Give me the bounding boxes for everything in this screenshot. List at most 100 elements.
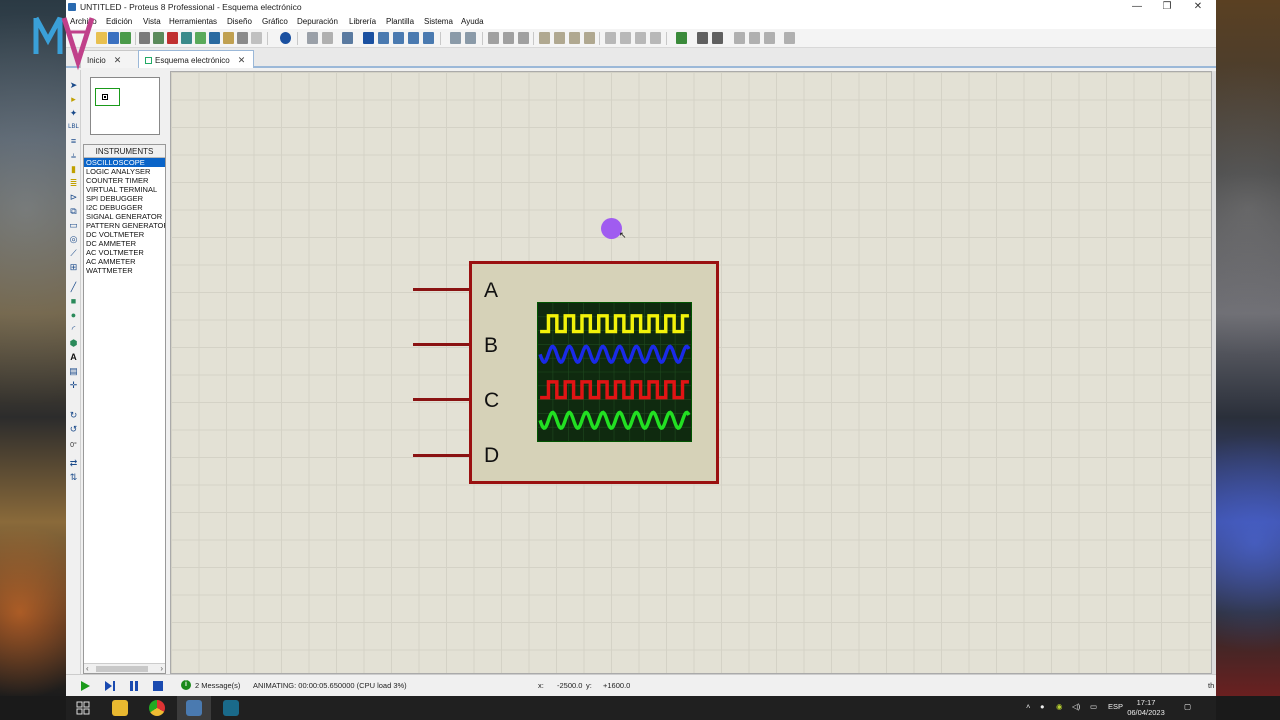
zoom-out-icon[interactable]	[393, 32, 404, 44]
menu-plantilla[interactable]: Plantilla	[386, 17, 414, 26]
rotate-clockwise-icon[interactable]: ↻	[68, 410, 79, 421]
wire-autorouter-icon[interactable]	[676, 32, 687, 44]
stop-simulation-icon[interactable]	[152, 680, 164, 692]
help-icon[interactable]	[280, 32, 291, 44]
source-code-icon[interactable]	[237, 32, 248, 44]
overview-window[interactable]	[90, 77, 160, 135]
close-icon[interactable]: ✕	[114, 55, 122, 65]
device-item-counter-timer[interactable]: COUNTER TIMER	[84, 176, 165, 185]
generator-mode-icon[interactable]: ◎	[68, 234, 79, 245]
device-item-ac-voltmeter[interactable]: AC VOLTMETER	[84, 248, 165, 257]
pick-device-icon[interactable]	[605, 32, 616, 44]
home-icon[interactable]	[139, 32, 150, 44]
copy-icon[interactable]	[503, 32, 514, 44]
scope-pin-d[interactable]	[413, 454, 469, 457]
import-icon[interactable]	[120, 32, 131, 44]
language-indicator[interactable]: ESP	[1108, 702, 1123, 711]
new-sheet-icon[interactable]	[734, 32, 745, 44]
canvas-scrollbar[interactable]	[1212, 71, 1216, 674]
subcircuit-mode-icon[interactable]: ▮	[68, 164, 79, 175]
menu-depuracion[interactable]: Depuración	[297, 17, 338, 26]
scope-pin-c[interactable]	[413, 398, 469, 401]
zoom-area-icon[interactable]	[423, 32, 434, 44]
save-icon[interactable]	[108, 32, 119, 44]
device-item-i2c-debugger[interactable]: I2C DEBUGGER	[84, 203, 165, 212]
device-pins-mode-icon[interactable]: ⊳	[68, 192, 79, 203]
device-item-ac-ammeter[interactable]: AC AMMETER	[84, 257, 165, 266]
task-view-icon[interactable]	[66, 696, 100, 720]
step-simulation-icon[interactable]	[104, 680, 116, 692]
mirror-horizontal-icon[interactable]: ⇄	[68, 458, 79, 469]
cut-icon[interactable]	[488, 32, 499, 44]
device-item-virtual-terminal[interactable]: VIRTUAL TERMINAL	[84, 185, 165, 194]
paste-icon[interactable]	[518, 32, 529, 44]
network-icon[interactable]: ▭	[1090, 702, 1097, 711]
selection-mode-icon[interactable]: ➤	[68, 80, 79, 91]
refresh-icon[interactable]	[307, 32, 318, 44]
rotate-anticlockwise-icon[interactable]: ↺	[68, 424, 79, 435]
3d-view-icon[interactable]	[181, 32, 192, 44]
marker-mode-icon[interactable]: ✛	[68, 380, 79, 391]
wire-label-mode-icon[interactable]: LBL	[68, 122, 79, 133]
text-script-mode-icon[interactable]: ≡	[68, 136, 79, 147]
tape-recorder-icon[interactable]: ▭	[68, 220, 79, 231]
device-item-oscilloscope[interactable]: OSCILLOSCOPE	[84, 158, 165, 167]
scrollbar-thumb[interactable]	[96, 666, 148, 672]
menu-diseno[interactable]: Diseño	[227, 17, 252, 26]
close-window-button[interactable]: ✕	[1183, 0, 1213, 15]
search-tag-icon[interactable]	[697, 32, 708, 44]
zoom-all-icon[interactable]	[408, 32, 419, 44]
scope-pin-a[interactable]	[413, 288, 469, 291]
notifications-icon[interactable]: ▢	[1184, 702, 1191, 711]
tray-overflow-icon[interactable]: ˄	[1026, 702, 1030, 711]
scope-pin-b[interactable]	[413, 343, 469, 346]
maximize-button[interactable]: ❐	[1152, 0, 1182, 15]
block-move-icon[interactable]	[554, 32, 565, 44]
device-item-signal-generator[interactable]: SIGNAL GENERATOR	[84, 212, 165, 221]
device-item-pattern-generator[interactable]: PATTERN GENERATOR	[84, 221, 165, 230]
proteus-isis-taskbar-icon[interactable]	[214, 696, 248, 720]
junction-mode-icon[interactable]: ✦	[68, 108, 79, 119]
pcb-icon[interactable]	[167, 32, 178, 44]
graph-mode-icon[interactable]: ⧉	[68, 206, 79, 217]
origin-icon[interactable]	[342, 32, 353, 44]
proteus-taskbar-icon[interactable]	[177, 696, 211, 720]
path-mode-icon[interactable]: ⬢	[68, 338, 79, 349]
block-delete-icon[interactable]	[584, 32, 595, 44]
menu-ayuda[interactable]: Ayuda	[461, 17, 484, 26]
tray-app-icon[interactable]: ◉	[1056, 702, 1063, 711]
redo-icon[interactable]	[465, 32, 476, 44]
file-explorer-icon[interactable]	[103, 696, 137, 720]
text-mode-icon[interactable]: A	[68, 352, 79, 363]
delete-sheet-icon[interactable]	[749, 32, 760, 44]
scroll-right-icon[interactable]: ›	[160, 664, 163, 673]
close-icon[interactable]: ✕	[238, 55, 246, 65]
mirror-vertical-icon[interactable]: ⇅	[68, 472, 79, 483]
menu-grafico[interactable]: Gráfico	[262, 17, 288, 26]
design-explorer-icon[interactable]	[209, 32, 220, 44]
block-copy-icon[interactable]	[539, 32, 550, 44]
box-mode-icon[interactable]: ■	[68, 296, 79, 307]
circle-mode-icon[interactable]: ●	[68, 310, 79, 321]
block-rotate-icon[interactable]	[569, 32, 580, 44]
gerber-icon[interactable]	[195, 32, 206, 44]
symbol-mode-icon[interactable]: ▤	[68, 366, 79, 377]
grid-icon[interactable]	[322, 32, 333, 44]
component-mode-icon[interactable]: ▸	[68, 94, 79, 105]
pan-icon[interactable]	[363, 32, 374, 44]
tab-esquema-electronico[interactable]: Esquema electrónico ✕	[138, 50, 254, 68]
export-icon[interactable]	[784, 32, 795, 44]
run-simulation-icon[interactable]	[79, 680, 91, 692]
system-clock[interactable]: 17:17 06/04/2023	[1122, 696, 1170, 718]
device-item-logic-analyser[interactable]: LOGIC ANALYSER	[84, 167, 165, 176]
schematic-icon[interactable]	[153, 32, 164, 44]
bom-icon[interactable]	[223, 32, 234, 44]
menu-herramientas[interactable]: Herramientas	[169, 17, 217, 26]
scroll-left-icon[interactable]: ‹	[86, 664, 89, 673]
device-list-scrollbar[interactable]: ‹ ›	[84, 663, 165, 673]
virtual-instruments-icon[interactable]: ⊞	[68, 262, 79, 273]
device-item-dc-voltmeter[interactable]: DC VOLTMETER	[84, 230, 165, 239]
minimize-button[interactable]: —	[1122, 0, 1152, 15]
device-item-dc-ammeter[interactable]: DC AMMETER	[84, 239, 165, 248]
line-mode-icon[interactable]: ╱	[68, 282, 79, 293]
